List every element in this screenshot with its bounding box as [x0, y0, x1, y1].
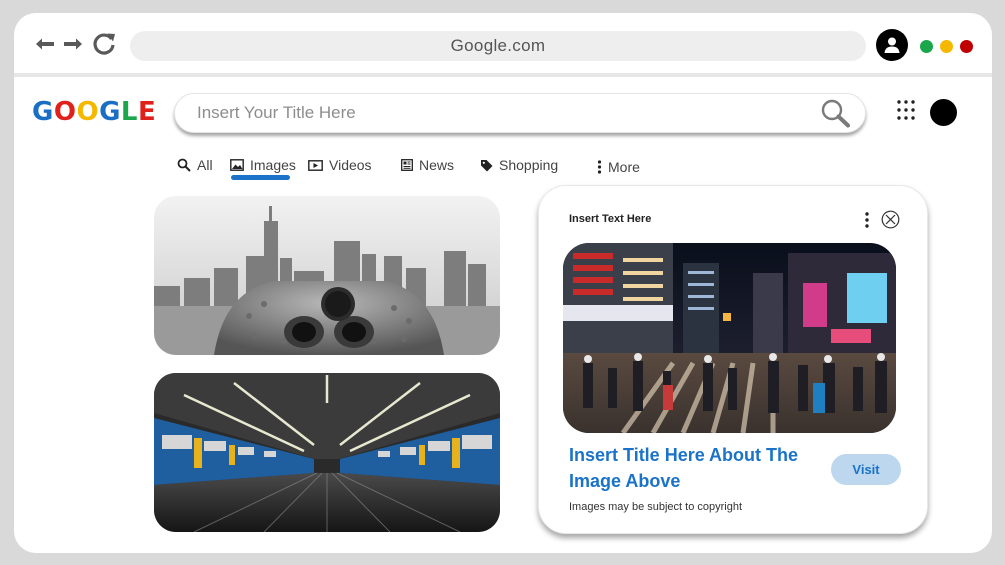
close-icon[interactable]	[881, 210, 900, 229]
tab-label: Videos	[329, 157, 372, 173]
search-icon[interactable]	[819, 98, 851, 130]
logo-letter: O	[76, 97, 100, 127]
preview-heading: Insert Text Here	[569, 213, 652, 225]
tab-label: Images	[250, 157, 296, 173]
apps-grid-icon[interactable]	[896, 99, 922, 125]
toolbar-divider	[14, 73, 992, 77]
tab-label: News	[419, 157, 455, 173]
tab-shopping[interactable]: Shopping	[480, 154, 558, 176]
window-dot-red[interactable]	[960, 40, 973, 53]
logo-letter: E	[137, 97, 157, 127]
image-icon	[230, 159, 244, 171]
google-logo[interactable]: GOOGLE	[32, 97, 156, 127]
preview-title[interactable]: Insert Title Here About The Image Above	[569, 442, 829, 494]
more-vertical-icon	[597, 160, 602, 174]
back-icon[interactable]	[34, 31, 56, 57]
logo-letter: G	[32, 97, 54, 127]
tab-label: All	[197, 157, 213, 173]
browser-toolbar: Google.com	[14, 13, 992, 75]
window-dot-green[interactable]	[920, 40, 933, 53]
visit-button[interactable]: Visit	[831, 454, 901, 485]
browser-window: Google.com GOOGLE All Images	[14, 13, 992, 553]
tab-news[interactable]: News	[401, 154, 454, 176]
image-result-binoculars[interactable]	[154, 196, 500, 355]
search-input[interactable]	[197, 103, 797, 123]
image-result-subway[interactable]	[154, 373, 500, 532]
search-box	[174, 93, 866, 133]
tab-videos[interactable]: Videos	[308, 154, 372, 176]
video-icon	[308, 159, 323, 171]
news-icon	[401, 159, 413, 171]
address-bar[interactable]: Google.com	[130, 31, 866, 61]
active-tab-indicator	[231, 175, 290, 180]
logo-letter: G	[99, 97, 121, 127]
preview-image-city-night[interactable]	[563, 243, 896, 433]
tab-all[interactable]: All	[177, 154, 213, 176]
image-preview-panel: Insert Text Here Insert Title Here About…	[538, 185, 928, 534]
search-icon	[177, 158, 191, 172]
logo-letter: L	[120, 97, 138, 127]
copyright-notice: Images may be subject to copyright	[569, 501, 743, 513]
profile-avatar[interactable]	[930, 99, 957, 126]
tab-images[interactable]: Images	[230, 154, 296, 176]
tab-more[interactable]: More	[597, 156, 640, 178]
window-dot-yellow[interactable]	[940, 40, 953, 53]
more-vertical-icon[interactable]	[861, 211, 873, 229]
forward-icon[interactable]	[62, 31, 84, 57]
tag-icon	[481, 159, 493, 171]
url-text: Google.com	[450, 36, 546, 55]
logo-letter: O	[53, 97, 77, 127]
reload-icon[interactable]	[90, 31, 118, 57]
tab-label: More	[608, 159, 640, 175]
tab-label: Shopping	[499, 157, 559, 173]
account-icon[interactable]	[876, 29, 908, 61]
